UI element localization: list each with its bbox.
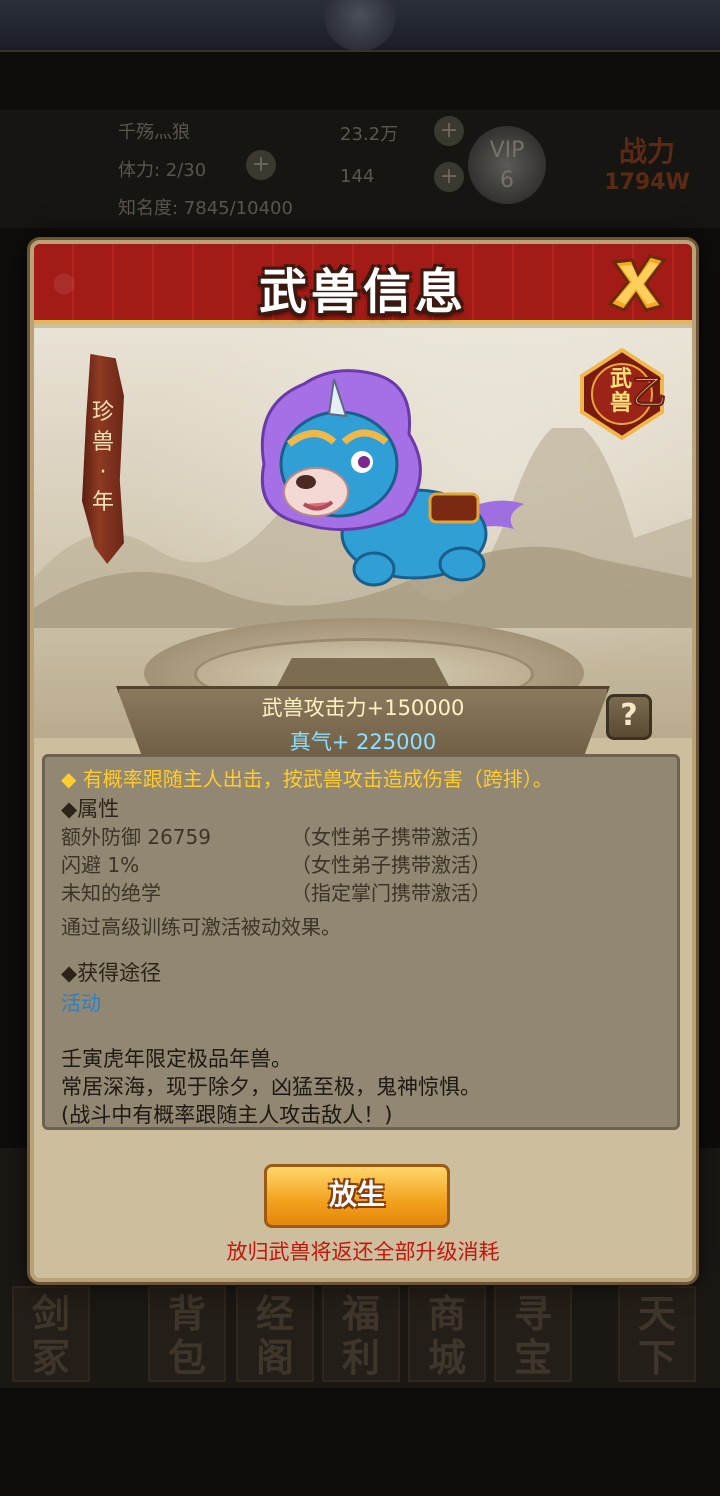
attribute-condition: （指定掌门携带激活） — [291, 881, 491, 905]
vip-badge: VIP 6 — [468, 126, 546, 204]
add-silver-icon: + — [434, 116, 464, 146]
beast-info-dialog: 武兽信息 珍 兽 · 年 武 兽 乙 武兽攻击力+150000 真气+ 2250… — [30, 240, 696, 1282]
attribute-name: 未知的绝学 — [61, 881, 161, 905]
combat-power: 战力 1794W — [582, 130, 712, 206]
nav-item-shop: 商 城 — [408, 1286, 486, 1382]
add-stamina-icon: + — [246, 150, 276, 180]
grade-line1: 武 — [610, 367, 632, 392]
fame-text: 知名度: 7845/10400 — [118, 198, 293, 219]
power-label: 战力 — [618, 135, 675, 168]
attribute-name: 额外防御 26759 — [61, 825, 211, 849]
qi-bonus: 真气+ 225000 — [289, 730, 437, 754]
description-panel: ◆ 有概率跟随主人出击，按武兽攻击造成伤害（跨排）。 ◆属性 额外防御 2675… — [42, 754, 680, 1130]
nian-beast-illustration — [260, 369, 524, 587]
source-heading: ◆获得途径 — [61, 961, 162, 985]
nav-item-treasure: 寻 宝 — [494, 1286, 572, 1382]
gold-amount: 144 — [340, 166, 375, 187]
attack-bonus: 武兽攻击力+150000 — [261, 696, 465, 720]
dialog-title: 武兽信息 — [258, 264, 467, 320]
top-decor-bar — [0, 0, 720, 52]
grade-badge: 武 兽 乙 — [580, 347, 667, 441]
player-avatar — [8, 120, 100, 212]
beast-name-char: 兽 — [91, 430, 114, 455]
grade-level: 乙 — [632, 373, 666, 413]
dialog-header: 武兽信息 — [34, 244, 692, 324]
close-icon[interactable] — [606, 252, 668, 314]
nav-item-bag: 背 包 — [148, 1286, 226, 1382]
passive-note: 通过高级训练可激活被动效果。 — [61, 915, 341, 939]
ability-description: ◆ 有概率跟随主人出击，按武兽攻击造成伤害（跨排）。 — [61, 767, 553, 791]
grade-line2: 兽 — [610, 390, 632, 416]
vip-label: VIP — [489, 138, 525, 163]
attribute-name: 闪避 1% — [61, 853, 140, 877]
attribute-row: 未知的绝学 （指定掌门携带激活） — [61, 879, 661, 907]
release-button[interactable]: 放生 — [264, 1164, 450, 1228]
beast-name: 珍 兽 · 年 — [86, 398, 120, 518]
attribute-condition: （女性弟子携带激活） — [291, 825, 491, 849]
source-link-activity[interactable]: 活动 — [61, 989, 101, 1017]
top-ornament — [312, 0, 408, 50]
nav-item-world: 天 下 — [618, 1286, 696, 1382]
lore-line: (战斗中有概率跟随主人攻击敌人！) — [61, 1103, 393, 1127]
add-gold-icon: + — [434, 162, 464, 192]
silver-amount: 23.2万 — [340, 124, 399, 145]
beast-name-char: 珍 — [91, 400, 114, 425]
attribute-row: 额外防御 26759 （女性弟子携带激活） — [61, 823, 661, 851]
beast-name-char: · — [99, 460, 107, 485]
release-warning: 放归武兽将返还全部升级消耗 — [226, 1240, 500, 1264]
lore-line: 壬寅虎年限定极品年兽。 — [61, 1047, 292, 1071]
nav-item-library: 经 阁 — [236, 1286, 314, 1382]
nav-item-jianzhong: 剑 冢 — [12, 1286, 90, 1382]
attributes-heading: ◆属性 — [61, 797, 120, 821]
stamina-text: 体力: 2/30 — [118, 160, 207, 181]
attribute-condition: （女性弟子携带激活） — [291, 853, 491, 877]
vip-level: 6 — [500, 168, 514, 193]
attribute-row: 闪避 1% （女性弟子携带激活） — [61, 851, 661, 879]
power-value: 1794W — [604, 170, 690, 195]
beast-name-char: 年 — [91, 490, 114, 515]
lore-line: 常居深海，现于除夕，凶猛至极，鬼神惊惧。 — [61, 1075, 481, 1099]
help-icon[interactable]: ? — [606, 694, 652, 740]
nav-item-welfare: 福 利 — [322, 1286, 400, 1382]
player-name: 千殇灬狼 — [118, 122, 190, 143]
